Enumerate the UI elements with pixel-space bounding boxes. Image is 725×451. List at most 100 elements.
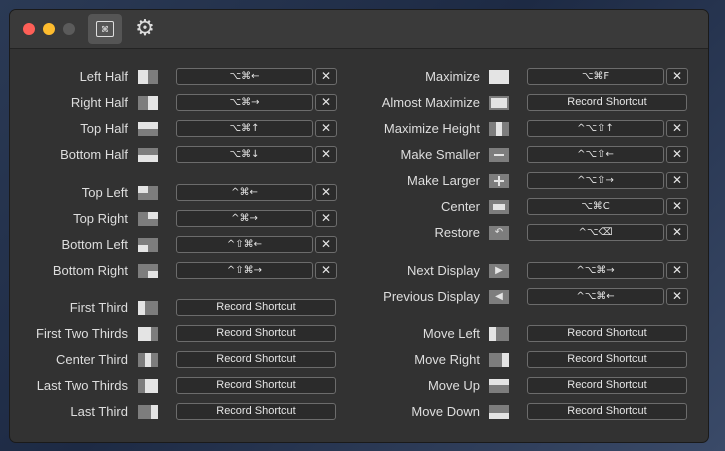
clear-shortcut-button-bottom-half[interactable]: ✕: [315, 146, 337, 163]
first-third-icon: [138, 301, 158, 315]
previous-display-icon: ◀: [489, 290, 509, 304]
label-maximize-height: Maximize Height: [383, 121, 480, 136]
last-third-icon: [138, 405, 158, 419]
shortcut-field-center[interactable]: ⌥⌘C: [527, 198, 664, 215]
bottom-right-icon: [138, 264, 158, 278]
label-maximize: Maximize: [425, 69, 480, 84]
shortcut-field-center-third[interactable]: Record Shortcut: [176, 351, 336, 368]
center-icon: [489, 200, 509, 214]
restore-icon: ↶: [489, 226, 509, 240]
move-left-icon: [489, 327, 509, 341]
close-window-button[interactable]: [23, 23, 35, 35]
shortcut-field-last-two-thirds[interactable]: Record Shortcut: [176, 377, 336, 394]
minimize-window-button[interactable]: [43, 23, 55, 35]
shortcut-field-almost-maximize[interactable]: Record Shortcut: [527, 94, 687, 111]
clear-shortcut-button-top-left[interactable]: ✕: [315, 184, 337, 201]
shortcut-field-make-larger[interactable]: ^⌥⇧→: [527, 172, 664, 189]
label-right-half: Right Half: [70, 95, 128, 110]
label-move-down: Move Down: [411, 404, 480, 419]
label-top-left: Top Left: [81, 185, 128, 200]
label-first-two-thirds: First Two Thirds: [36, 326, 128, 341]
label-move-left: Move Left: [422, 326, 480, 341]
move-down-icon: [489, 405, 509, 419]
almost-maximize-icon: [489, 96, 509, 110]
maximize-height-icon: [489, 122, 509, 136]
label-center-third: Center Third: [55, 352, 128, 367]
tab-preferences[interactable]: ⚙: [128, 14, 162, 44]
label-move-up: Move Up: [427, 378, 480, 393]
label-move-right: Move Right: [414, 352, 480, 367]
label-restore: Restore: [434, 225, 480, 240]
clear-shortcut-button-make-larger[interactable]: ✕: [666, 172, 688, 189]
shortcut-field-move-down[interactable]: Record Shortcut: [527, 403, 687, 420]
shortcut-field-next-display[interactable]: ^⌥⌘→: [527, 262, 664, 279]
clear-shortcut-button-previous-display[interactable]: ✕: [666, 288, 688, 305]
label-bottom-left: Bottom Left: [61, 237, 128, 252]
label-left-half: Left Half: [79, 69, 128, 84]
label-next-display: Next Display: [407, 263, 480, 278]
label-almost-maximize: Almost Maximize: [381, 95, 480, 110]
label-top-half: Top Half: [80, 121, 128, 136]
shortcut-field-top-right[interactable]: ^⌘→: [176, 210, 313, 227]
clear-shortcut-button-bottom-left[interactable]: ✕: [315, 236, 337, 253]
right-half-icon: [138, 96, 158, 110]
label-first-third: First Third: [69, 300, 128, 315]
clear-shortcut-button-left-half[interactable]: ✕: [315, 68, 337, 85]
shortcut-field-restore[interactable]: ^⌥⌫: [527, 224, 664, 241]
shortcut-field-first-two-thirds[interactable]: Record Shortcut: [176, 325, 336, 342]
left-half-icon: [138, 70, 158, 84]
shortcut-field-move-up[interactable]: Record Shortcut: [527, 377, 687, 394]
make-smaller-icon: [489, 148, 509, 162]
top-half-icon: [138, 122, 158, 136]
shortcut-field-previous-display[interactable]: ^⌥⌘←: [527, 288, 664, 305]
bottom-half-icon: [138, 148, 158, 162]
clear-shortcut-button-make-smaller[interactable]: ✕: [666, 146, 688, 163]
shortcut-field-move-right[interactable]: Record Shortcut: [527, 351, 687, 368]
label-bottom-right: Bottom Right: [52, 263, 128, 278]
clear-shortcut-button-maximize[interactable]: ✕: [666, 68, 688, 85]
shortcut-field-left-half[interactable]: ⌥⌘←: [176, 68, 313, 85]
label-make-smaller: Make Smaller: [400, 147, 480, 162]
label-top-right: Top Right: [73, 211, 128, 226]
shortcut-field-top-half[interactable]: ⌥⌘↑: [176, 120, 313, 137]
top-left-icon: [138, 186, 158, 200]
shortcut-field-maximize-height[interactable]: ^⌥⇧↑: [527, 120, 664, 137]
shortcut-field-make-smaller[interactable]: ^⌥⇧←: [527, 146, 664, 163]
clear-shortcut-button-top-right[interactable]: ✕: [315, 210, 337, 227]
top-right-icon: [138, 212, 158, 226]
shortcut-field-first-third[interactable]: Record Shortcut: [176, 299, 336, 316]
move-right-icon: [489, 353, 509, 367]
center-third-icon: [138, 353, 158, 367]
shortcut-field-bottom-half[interactable]: ⌥⌘↓: [176, 146, 313, 163]
shortcut-field-last-third[interactable]: Record Shortcut: [176, 403, 336, 420]
shortcut-field-maximize[interactable]: ⌥⌘F: [527, 68, 664, 85]
shortcut-field-bottom-left[interactable]: ^⇧⌘←: [176, 236, 313, 253]
clear-shortcut-button-next-display[interactable]: ✕: [666, 262, 688, 279]
clear-shortcut-button-bottom-right[interactable]: ✕: [315, 262, 337, 279]
label-last-third: Last Third: [70, 404, 128, 419]
label-previous-display: Previous Display: [383, 289, 480, 304]
make-larger-icon: [489, 174, 509, 188]
move-up-icon: [489, 379, 509, 393]
clear-shortcut-button-right-half[interactable]: ✕: [315, 94, 337, 111]
command-key-icon: ⌘: [96, 21, 114, 37]
maximize-icon: [489, 70, 509, 84]
titlebar: ⌘ ⚙: [10, 10, 708, 49]
label-center: Center: [440, 199, 480, 214]
label-make-larger: Make Larger: [407, 173, 480, 188]
label-last-two-thirds: Last Two Thirds: [36, 378, 128, 393]
clear-shortcut-button-center[interactable]: ✕: [666, 198, 688, 215]
shortcut-field-move-left[interactable]: Record Shortcut: [527, 325, 687, 342]
first-two-thirds-icon: [138, 327, 158, 341]
shortcut-field-bottom-right[interactable]: ^⇧⌘→: [176, 262, 313, 279]
clear-shortcut-button-top-half[interactable]: ✕: [315, 120, 337, 137]
next-display-icon: ▶: [489, 264, 509, 278]
shortcut-field-top-left[interactable]: ^⌘←: [176, 184, 313, 201]
last-two-thirds-icon: [138, 379, 158, 393]
clear-shortcut-button-restore[interactable]: ✕: [666, 224, 688, 241]
zoom-window-button[interactable]: [63, 23, 75, 35]
clear-shortcut-button-maximize-height[interactable]: ✕: [666, 120, 688, 137]
tab-keyboard-shortcuts[interactable]: ⌘: [88, 14, 122, 44]
bottom-left-icon: [138, 238, 158, 252]
shortcut-field-right-half[interactable]: ⌥⌘→: [176, 94, 313, 111]
